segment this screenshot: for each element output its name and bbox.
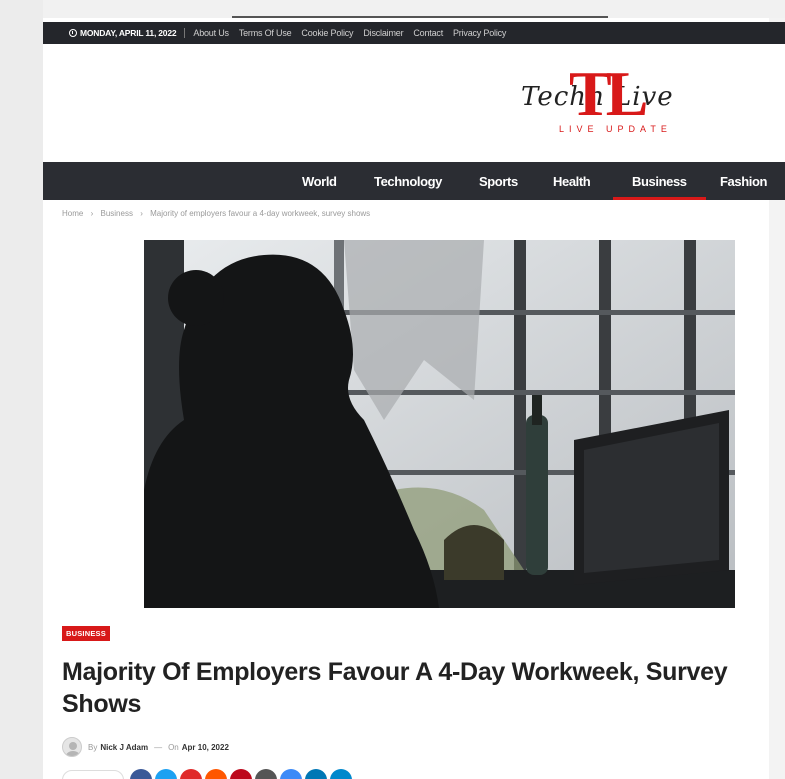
breadcrumb-separator-icon: ›: [140, 209, 143, 218]
nav-item-fashion[interactable]: Fashion: [720, 162, 767, 200]
author-avatar[interactable]: [62, 737, 82, 757]
featured-image: [144, 240, 735, 608]
link-about-us[interactable]: About Us: [193, 28, 229, 38]
nav-item-health[interactable]: Health: [553, 162, 591, 200]
nav-item-world[interactable]: World: [302, 162, 337, 200]
breadcrumb-home[interactable]: Home: [62, 209, 83, 218]
link-privacy-policy[interactable]: Privacy Policy: [453, 28, 506, 38]
breadcrumb-separator-icon: ›: [90, 209, 94, 218]
google-plus-icon[interactable]: [180, 769, 202, 779]
publish-date: Apr 10, 2022: [181, 742, 229, 752]
link-disclaimer[interactable]: Disclaimer: [363, 28, 403, 38]
reddit-icon[interactable]: [205, 769, 227, 779]
browser-address-line: [232, 16, 608, 18]
breadcrumb-current: Majority of employers favour a 4-day wor…: [150, 209, 371, 218]
on-label: On: [168, 742, 179, 752]
email-icon[interactable]: [255, 769, 277, 779]
site-header: Techn Live TL LIVE UPDATE: [43, 44, 785, 162]
main-nav: World Technology Sports Health Business …: [43, 162, 785, 200]
meta-separator: —: [154, 742, 163, 752]
clock-icon: [69, 29, 77, 37]
current-date-text: MONDAY, APRIL 11, 2022: [80, 28, 177, 38]
category-badge[interactable]: BUSINESS: [62, 626, 110, 641]
link-contact[interactable]: Contact: [413, 28, 443, 38]
nav-item-business[interactable]: Business: [613, 162, 706, 200]
topbar-divider: [184, 28, 186, 38]
author-name[interactable]: Nick J Adam: [100, 743, 148, 752]
by-label: By: [88, 742, 98, 752]
pinterest-icon[interactable]: [230, 769, 252, 779]
nav-item-sports[interactable]: Sports: [479, 162, 518, 200]
share-count-pill[interactable]: [62, 770, 124, 779]
breadcrumb-section[interactable]: Business: [100, 209, 132, 218]
article-meta: By Nick J Adam — On Apr 10, 2022: [62, 737, 229, 757]
facebook-icon[interactable]: [130, 769, 152, 779]
site-logo[interactable]: Techn Live TL LIVE UPDATE: [521, 62, 721, 142]
page-gutter-left: [0, 0, 43, 779]
link-cookie-policy[interactable]: Cookie Policy: [301, 28, 353, 38]
breadcrumb: Home › Business › Majority of employers …: [62, 209, 375, 218]
article-title: Majority Of Employers Favour A 4-Day Wor…: [62, 658, 728, 718]
telegram-icon[interactable]: [330, 769, 352, 779]
linkedin-icon[interactable]: [305, 769, 327, 779]
messenger-icon[interactable]: [280, 769, 302, 779]
logo-monogram: TL: [569, 58, 648, 129]
logo-tagline: LIVE UPDATE: [559, 124, 672, 134]
featured-image-illustration: [144, 240, 735, 608]
current-date: MONDAY, APRIL 11, 2022: [69, 28, 177, 38]
link-terms-of-use[interactable]: Terms Of Use: [239, 28, 292, 38]
nav-item-technology[interactable]: Technology: [374, 162, 442, 200]
twitter-icon[interactable]: [155, 769, 177, 779]
top-bar: MONDAY, APRIL 11, 2022 About Us Terms Of…: [43, 22, 785, 44]
share-bar: [62, 769, 355, 779]
